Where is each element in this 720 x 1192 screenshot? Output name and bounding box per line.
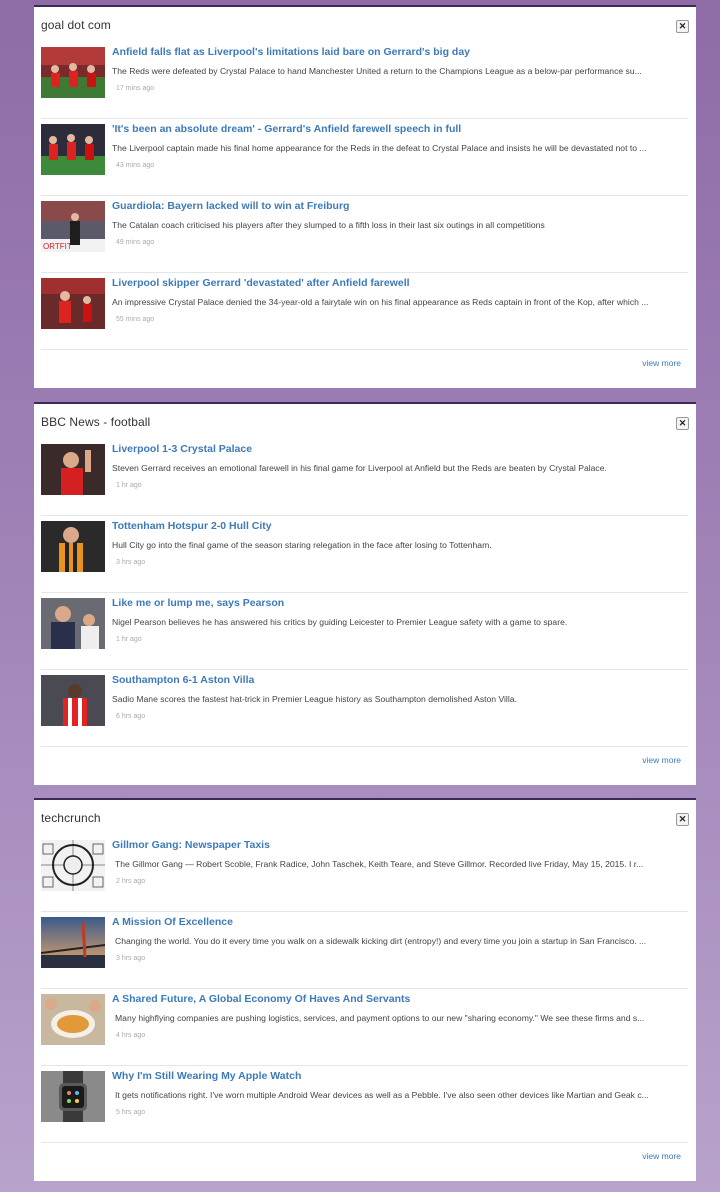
news-description: Steven Gerrard receives an emotional far… (112, 463, 607, 473)
news-item[interactable]: ORTFIT Guardiola: Bayern lacked will to … (41, 197, 688, 273)
news-thumbnail[interactable] (41, 444, 105, 495)
news-thumbnail[interactable] (41, 994, 105, 1045)
view-more-link[interactable]: view more (642, 358, 681, 368)
news-thumbnail[interactable] (41, 598, 105, 649)
news-headline-link[interactable]: Liverpool 1-3 Crystal Palace (112, 443, 252, 455)
news-timestamp: 1 hr ago (116, 482, 142, 489)
news-item[interactable]: Tottenham Hotspur 2-0 Hull City Hull Cit… (41, 517, 688, 593)
news-thumbnail[interactable] (41, 917, 105, 968)
close-icon[interactable]: ✕ (676, 417, 689, 430)
news-description: Changing the world. You do it every time… (115, 936, 647, 946)
news-item[interactable]: Liverpool 1-3 Crystal Palace Steven Gerr… (41, 440, 688, 516)
news-description: The Catalan coach criticised his players… (112, 220, 545, 230)
news-description: It gets notifications right. I've worn m… (115, 1090, 649, 1100)
widget-title: BBC News - football (41, 415, 151, 429)
news-item[interactable]: A Shared Future, A Global Economy Of Hav… (41, 990, 688, 1066)
news-description: Nigel Pearson believes he has answered h… (112, 617, 568, 627)
news-thumbnail[interactable] (41, 1071, 105, 1122)
news-timestamp: 43 mins ago (116, 162, 155, 169)
news-description: Hull City go into the final game of the … (112, 540, 492, 550)
feed-widget-techcrunch: techcrunch ✕ Gillmor Gang: Newspaper Tax… (34, 798, 696, 1181)
news-description: The Reds were defeated by Crystal Palace… (112, 66, 642, 76)
news-headline-link[interactable]: Guardiola: Bayern lacked will to win at … (112, 200, 349, 212)
news-description: Sadio Mane scores the fastest hat-trick … (112, 694, 517, 704)
news-timestamp: 2 hrs ago (116, 878, 146, 885)
news-thumbnail[interactable] (41, 675, 105, 726)
widget-title: goal dot com (41, 18, 111, 32)
news-timestamp: 17 mins ago (116, 85, 155, 92)
news-timestamp: 5 hrs ago (116, 1109, 146, 1116)
news-timestamp: 1 hr ago (116, 636, 142, 643)
news-headline-link[interactable]: Gillmor Gang: Newspaper Taxis (112, 839, 270, 851)
news-thumbnail[interactable] (41, 124, 105, 175)
news-item[interactable]: Liverpool skipper Gerrard 'devastated' a… (41, 274, 688, 350)
news-thumbnail[interactable] (41, 47, 105, 98)
news-headline-link[interactable]: A Mission Of Excellence (112, 916, 233, 928)
news-timestamp: 3 hrs ago (116, 955, 146, 962)
news-item[interactable]: Anfield falls flat as Liverpool's limita… (41, 43, 688, 119)
news-headline-link[interactable]: A Shared Future, A Global Economy Of Hav… (112, 993, 410, 1005)
news-item[interactable]: Why I'm Still Wearing My Apple Watch It … (41, 1067, 688, 1143)
news-description: The Gillmor Gang — Robert Scoble, Frank … (115, 859, 644, 869)
news-headline-link[interactable]: Anfield falls flat as Liverpool's limita… (112, 46, 470, 58)
feed-widget-goal: goal dot com ✕ Anfield falls flat as Liv… (34, 5, 696, 388)
news-description: Many highflying companies are pushing lo… (115, 1013, 645, 1023)
news-timestamp: 49 mins ago (116, 239, 155, 246)
news-headline-link[interactable]: 'It's been an absolute dream' - Gerrard'… (112, 123, 461, 135)
view-more-link[interactable]: view more (642, 755, 681, 765)
news-timestamp: 6 hrs ago (116, 713, 146, 720)
svg-text:ORTFIT: ORTFIT (43, 242, 72, 251)
news-thumbnail[interactable] (41, 278, 105, 329)
news-thumbnail[interactable] (41, 840, 105, 891)
news-headline-link[interactable]: Liverpool skipper Gerrard 'devastated' a… (112, 277, 410, 289)
news-headline-link[interactable]: Tottenham Hotspur 2-0 Hull City (112, 520, 272, 532)
news-thumbnail[interactable] (41, 521, 105, 572)
news-headline-link[interactable]: Why I'm Still Wearing My Apple Watch (112, 1070, 301, 1082)
view-more-link[interactable]: view more (642, 1151, 681, 1161)
news-item[interactable]: Like me or lump me, says Pearson Nigel P… (41, 594, 688, 670)
news-timestamp: 3 hrs ago (116, 559, 146, 566)
news-item[interactable]: Southampton 6-1 Aston Villa Sadio Mane s… (41, 671, 688, 747)
news-timestamp: 55 mins ago (116, 316, 155, 323)
news-timestamp: 4 hrs ago (116, 1032, 146, 1039)
news-item[interactable]: Gillmor Gang: Newspaper Taxis The Gillmo… (41, 836, 688, 912)
feed-widget-bbc: BBC News - football ✕ Liverpool 1-3 Crys… (34, 402, 696, 785)
news-headline-link[interactable]: Like me or lump me, says Pearson (112, 597, 284, 609)
close-icon[interactable]: ✕ (676, 20, 689, 33)
widget-title: techcrunch (41, 811, 101, 825)
news-description: The Liverpool captain made his final hom… (112, 143, 647, 153)
close-icon[interactable]: ✕ (676, 813, 689, 826)
news-description: An impressive Crystal Palace denied the … (112, 297, 649, 307)
news-item[interactable]: 'It's been an absolute dream' - Gerrard'… (41, 120, 688, 196)
news-headline-link[interactable]: Southampton 6-1 Aston Villa (112, 674, 254, 686)
news-thumbnail[interactable]: ORTFIT (41, 201, 105, 252)
news-item[interactable]: A Mission Of Excellence Changing the wor… (41, 913, 688, 989)
